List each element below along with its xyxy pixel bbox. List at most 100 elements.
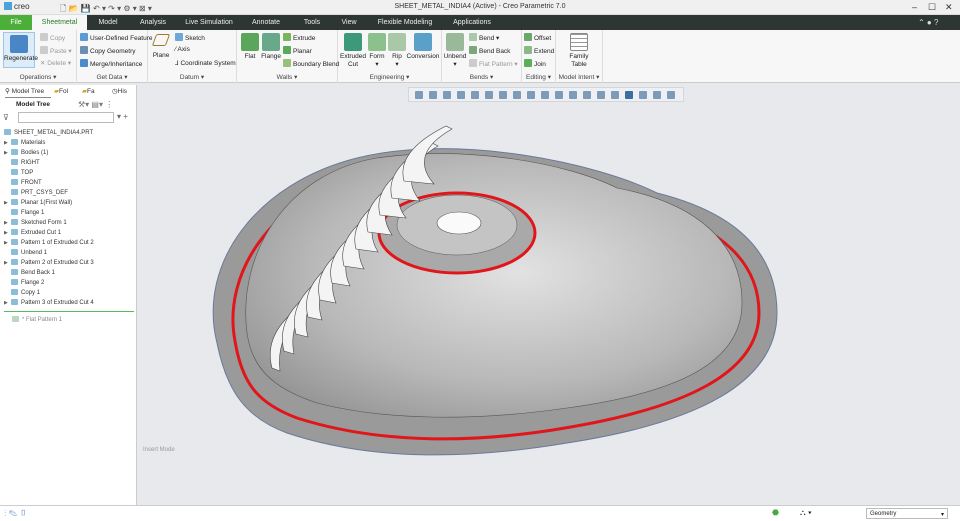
offset-button[interactable]: Offset: [524, 33, 551, 42]
tree-item[interactable]: RIGHT: [4, 159, 40, 166]
expand-arrow-icon[interactable]: ▶: [4, 230, 11, 236]
delete-button[interactable]: ✕ Delete ▾: [40, 59, 71, 67]
tree-item[interactable]: ▶ Bodies (1): [4, 149, 48, 156]
model-intent-group-label[interactable]: Model Intent ▾: [556, 73, 602, 81]
tree-item[interactable]: Bend Back 1: [4, 269, 55, 276]
get-data-group-label[interactable]: Get Data ▾: [77, 73, 147, 81]
flat-button[interactable]: Flat: [240, 33, 260, 61]
sketch-button[interactable]: Sketch: [175, 33, 205, 42]
extruded-cut-button[interactable]: Extruded Cut: [340, 33, 366, 69]
status-icons[interactable]: ⫶ ✎ ▯: [4, 508, 27, 519]
tab-sheetmetal[interactable]: Sheetmetal: [32, 15, 87, 30]
axis-button[interactable]: ⁄ Axis: [175, 46, 190, 53]
view-manager-icon[interactable]: [485, 91, 493, 99]
zoom-fit-icon[interactable]: [415, 91, 423, 99]
bend-button[interactable]: Bend ▾: [469, 33, 499, 42]
tree-item[interactable]: ▶ Pattern 2 of Extruded Cut 3: [4, 259, 94, 266]
copy-geometry-button[interactable]: Copy Geometry: [80, 46, 136, 55]
boundary-blend-button[interactable]: Boundary Blend: [283, 59, 339, 68]
tab-model-tree[interactable]: ⚲ Model Tree: [5, 85, 51, 98]
annotation-display-icon[interactable]: [569, 91, 577, 99]
bends-group-label[interactable]: Bends ▾: [442, 73, 521, 81]
tree-item[interactable]: Flange 2: [4, 279, 44, 286]
flat-pattern-button[interactable]: Flat Pattern ▾: [469, 59, 518, 68]
tab-view[interactable]: View: [333, 15, 365, 30]
form-button[interactable]: Form ▾: [366, 33, 388, 69]
unbend-button[interactable]: Unbend ▾: [443, 33, 467, 69]
expand-arrow-icon[interactable]: ▶: [4, 260, 11, 266]
tree-item[interactable]: Unbend 1: [4, 249, 47, 256]
find-button[interactable]: ⛬ ▾: [800, 508, 812, 518]
zoom-in-icon[interactable]: [429, 91, 437, 99]
appearance-icon[interactable]: [625, 91, 633, 99]
copy-button[interactable]: Copy: [40, 33, 65, 42]
pause-icon[interactable]: [653, 91, 661, 99]
bend-back-button[interactable]: Bend Back: [469, 46, 510, 55]
csys-display-icon[interactable]: [555, 91, 563, 99]
family-table-button[interactable]: Family Table: [562, 33, 596, 69]
tab-analysis[interactable]: Analysis: [129, 15, 177, 30]
repaint-icon[interactable]: [457, 91, 465, 99]
saved-views-icon[interactable]: [471, 91, 479, 99]
tab-applications[interactable]: Applications: [445, 15, 499, 30]
expand-arrow-icon[interactable]: ▶: [4, 150, 11, 156]
axis-display-icon[interactable]: [527, 91, 535, 99]
tree-item[interactable]: Flange 1: [4, 209, 44, 216]
perspective-icon[interactable]: [639, 91, 647, 99]
planar-button[interactable]: Planar: [283, 46, 312, 55]
flange-button[interactable]: Flange: [260, 33, 282, 61]
operations-group-label[interactable]: Operations ▾: [0, 73, 76, 81]
plane-button[interactable]: Plane: [150, 34, 172, 60]
tab-tools[interactable]: Tools: [291, 15, 333, 30]
tab-folder-browser[interactable]: ▰Fol: [54, 85, 76, 98]
conversion-button[interactable]: Conversion: [406, 33, 440, 61]
editing-group-label[interactable]: Editing ▾: [522, 73, 555, 81]
minimize-button[interactable]: –: [912, 2, 917, 12]
tab-flexible-modeling[interactable]: Flexible Modeling: [365, 15, 445, 30]
tree-item[interactable]: ▶ Pattern 3 of Extruded Cut 4: [4, 299, 94, 306]
filter-icon[interactable]: ⊽: [3, 113, 9, 122]
tree-item[interactable]: ▶ Extruded Cut 1: [4, 229, 61, 236]
walls-group-label[interactable]: Walls ▾: [237, 73, 337, 81]
section-icon[interactable]: [611, 91, 619, 99]
tab-live-simulation[interactable]: Live Simulation: [177, 15, 241, 30]
tab-favorites[interactable]: ▰Fa: [82, 85, 104, 98]
tree-item[interactable]: ▶ Planar 1(First Wall): [4, 199, 72, 206]
tree-item[interactable]: ▶ Pattern 1 of Extruded Cut 2: [4, 239, 94, 246]
expand-arrow-icon[interactable]: ▶: [4, 200, 11, 206]
selection-filter-dropdown[interactable]: Geometry ▾: [866, 508, 948, 519]
tree-item[interactable]: TOP: [4, 169, 33, 176]
point-display-icon[interactable]: [541, 91, 549, 99]
rip-button[interactable]: Rip ▾: [388, 33, 406, 69]
tree-root[interactable]: SHEET_METAL_INDIA4.PRT: [4, 129, 93, 136]
expand-arrow-icon[interactable]: ▶: [4, 300, 11, 306]
tab-model[interactable]: Model: [87, 15, 129, 30]
tree-item-flat-pattern[interactable]: * Flat Pattern 1: [12, 316, 62, 323]
orient-icon[interactable]: [597, 91, 605, 99]
tree-search-input[interactable]: [18, 112, 114, 123]
tree-item[interactable]: ▶ Sketched Form 1: [4, 219, 67, 226]
join-button[interactable]: Join: [524, 59, 546, 68]
coordinate-system-button[interactable]: ⅃ Coordinate System: [175, 59, 236, 67]
tree-item[interactable]: Copy 1: [4, 289, 40, 296]
display-style-icon[interactable]: [499, 91, 507, 99]
tab-file[interactable]: File: [0, 15, 32, 30]
expand-arrow-icon[interactable]: ▶: [4, 240, 11, 246]
spin-center-icon[interactable]: [583, 91, 591, 99]
tree-settings-button[interactable]: ⚒▾ ▤▾ ⋮: [78, 100, 113, 109]
hide-icon[interactable]: [667, 91, 675, 99]
extend-button[interactable]: Extend: [524, 46, 554, 55]
add-filter-button[interactable]: ▾ +: [117, 112, 128, 121]
tab-annotate[interactable]: Annotate: [241, 15, 291, 30]
plane-display-icon[interactable]: [513, 91, 521, 99]
paste-button[interactable]: Paste ▾: [40, 46, 72, 55]
udf-button[interactable]: User-Defined Feature: [80, 33, 153, 42]
merge-inheritance-button[interactable]: Merge/Inheritance: [80, 59, 142, 68]
close-button[interactable]: ✕: [945, 2, 953, 13]
tree-item[interactable]: PRT_CSYS_DEF: [4, 189, 68, 196]
expand-arrow-icon[interactable]: ▶: [4, 220, 11, 226]
expand-arrow-icon[interactable]: ▶: [4, 140, 11, 146]
datum-group-label[interactable]: Datum ▾: [148, 73, 236, 81]
model-viewport[interactable]: [137, 103, 960, 503]
tab-history[interactable]: ◷His: [112, 85, 136, 98]
